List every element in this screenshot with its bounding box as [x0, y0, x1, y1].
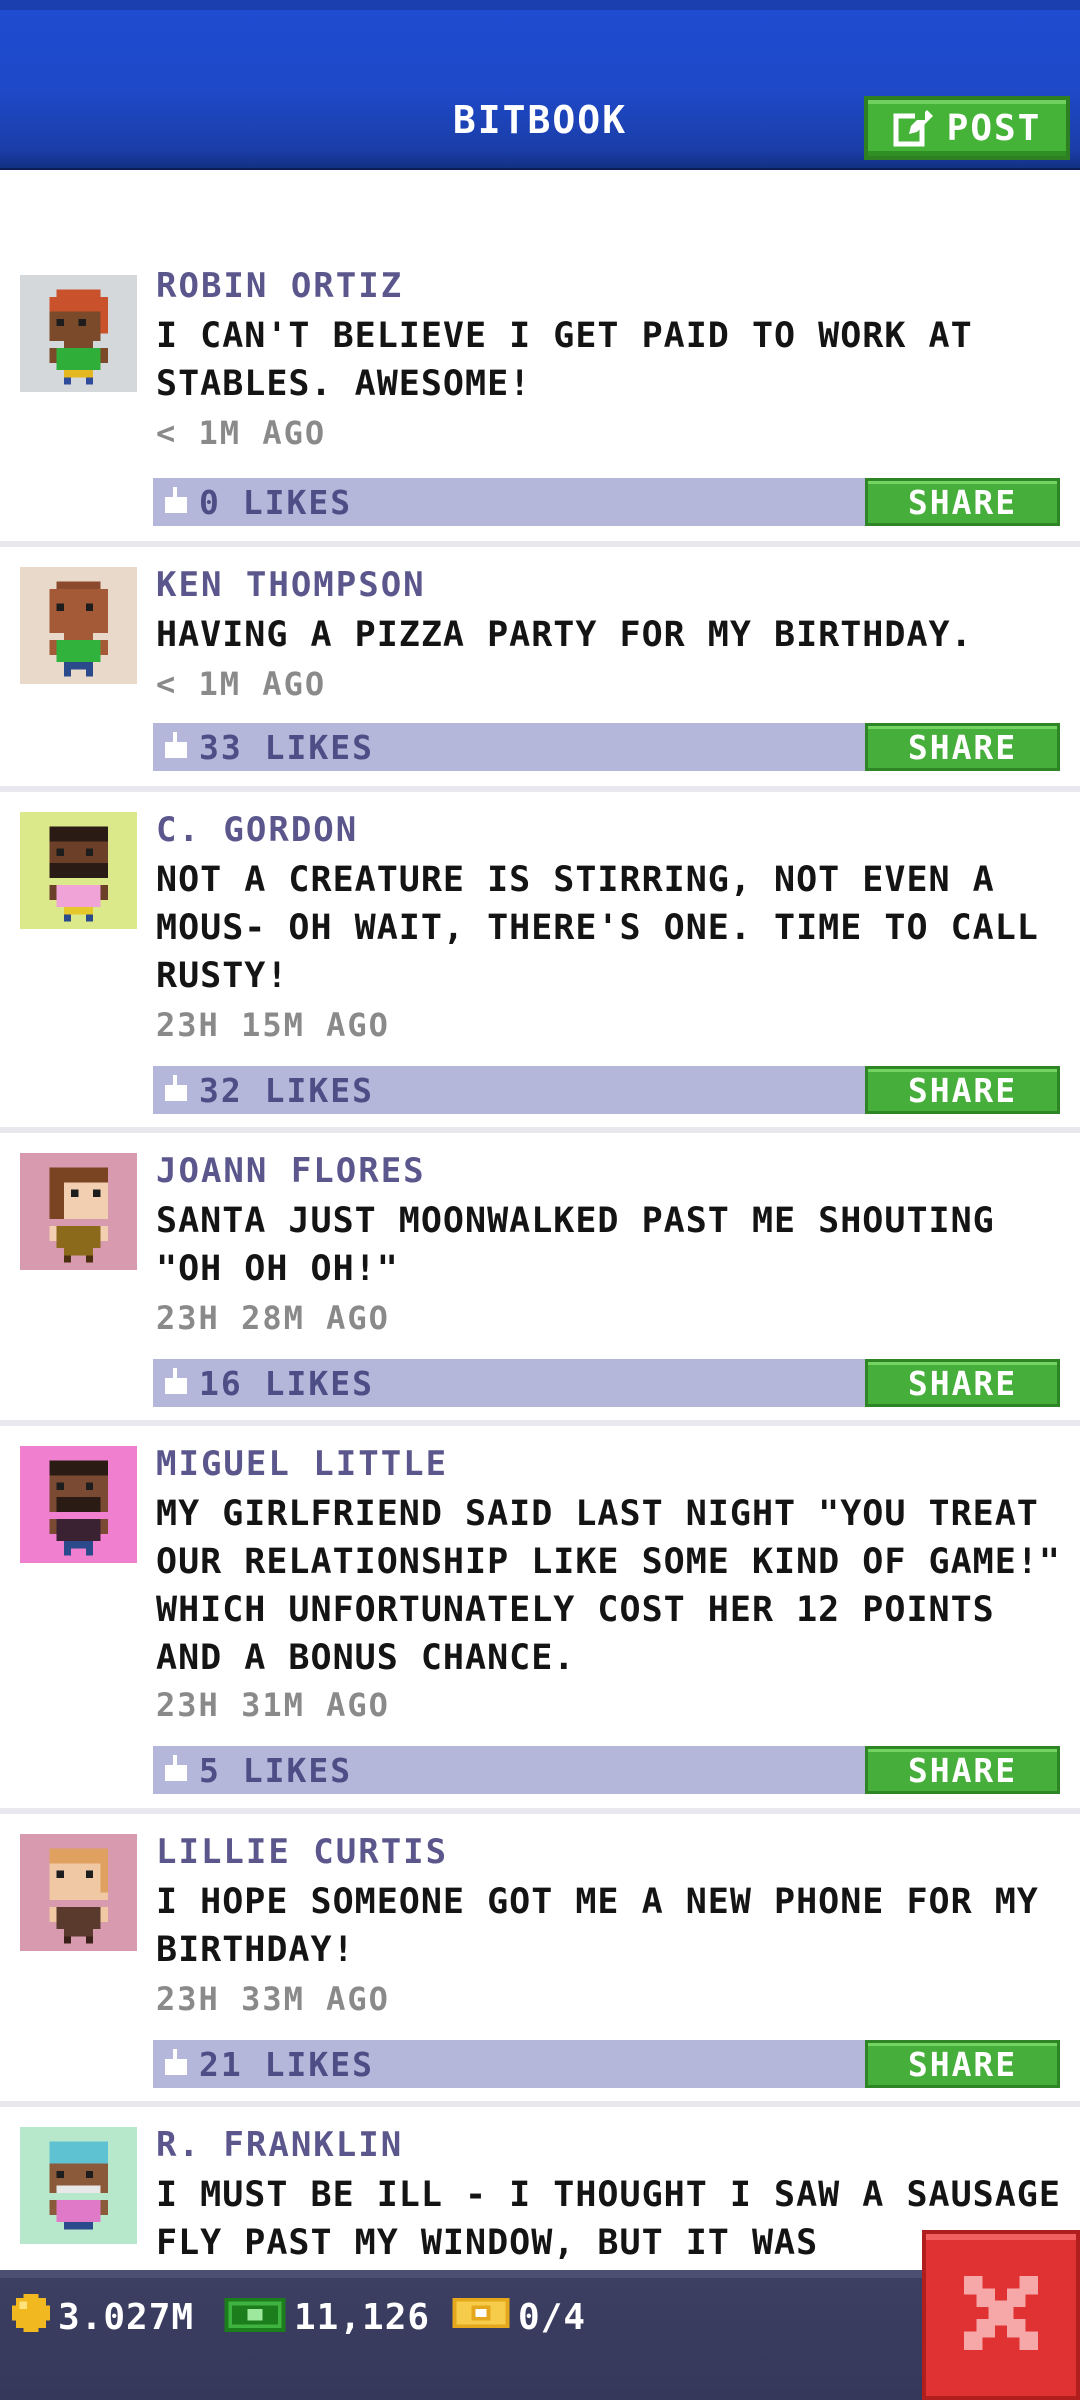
feed-post: JOANN FLORES SANTA JUST MOONWALKED PAST …: [0, 1133, 1080, 1426]
post-time: 23H 33M AGO: [156, 1980, 390, 2018]
post-time: < 1M AGO: [156, 414, 327, 452]
feed-post: KEN THOMPSON HAVING A PIZZA PARTY FOR MY…: [0, 547, 1080, 792]
coins-value: 3.027M: [58, 2297, 195, 2338]
ticket-icon: [452, 2294, 510, 2341]
like-button[interactable]: 5 LIKES: [153, 1746, 865, 1794]
feed-post: C. GORDON NOT A CREATURE IS STIRRING, NO…: [0, 792, 1080, 1133]
avatar: [20, 1834, 137, 1951]
coin-icon: [12, 2294, 50, 2341]
news-feed[interactable]: ROBIN ORTIZ I CAN'T BELIEVE I GET PAID T…: [0, 170, 1080, 2270]
post-author[interactable]: MIGUEL LITTLE: [156, 1444, 448, 1484]
post-button[interactable]: POST: [864, 96, 1070, 160]
share-button[interactable]: SHARE: [865, 1746, 1060, 1794]
thumbs-up-icon: [163, 1075, 189, 1105]
share-button[interactable]: SHARE: [865, 723, 1060, 771]
post-time: 23H 28M AGO: [156, 1299, 390, 1337]
like-button[interactable]: 32 LIKES: [153, 1066, 865, 1114]
thumbs-up-icon: [163, 487, 189, 517]
like-button[interactable]: 16 LIKES: [153, 1359, 865, 1407]
status-bar: 3.027M 11,126 0/4: [0, 2270, 1080, 2400]
like-button[interactable]: 33 LIKES: [153, 723, 865, 771]
post-author[interactable]: ROBIN ORTIZ: [156, 266, 403, 306]
avatar: [20, 812, 137, 929]
share-button[interactable]: SHARE: [865, 2040, 1060, 2088]
post-text: SANTA JUST MOONWALKED PAST ME SHOUTING "…: [156, 1201, 995, 1289]
post-text: I CAN'T BELIEVE I GET PAID TO WORK AT ST…: [156, 316, 973, 404]
share-button[interactable]: SHARE: [865, 478, 1060, 526]
like-button[interactable]: 21 LIKES: [153, 2040, 865, 2088]
like-count: 32 LIKES: [199, 1070, 374, 1110]
thumbs-up-icon: [163, 1755, 189, 1785]
close-button[interactable]: [922, 2230, 1080, 2400]
like-button[interactable]: 0 LIKES: [153, 478, 865, 526]
post-time: < 1M AGO: [156, 665, 327, 703]
post-text: I HOPE SOMEONE GOT ME A NEW PHONE FOR MY…: [156, 1882, 1039, 1970]
post-author[interactable]: JOANN FLORES: [156, 1151, 426, 1191]
feed-post: ROBIN ORTIZ I CAN'T BELIEVE I GET PAID T…: [0, 170, 1080, 547]
share-button[interactable]: SHARE: [865, 1066, 1060, 1114]
avatar: [20, 2127, 137, 2244]
bux-icon: [224, 2294, 286, 2341]
like-count: 21 LIKES: [199, 2044, 374, 2084]
avatar: [20, 567, 137, 684]
bux-value: 11,126: [294, 2297, 431, 2338]
compose-icon: [893, 108, 933, 148]
bux-stat[interactable]: 11,126: [224, 2294, 430, 2341]
post-author[interactable]: C. GORDON: [156, 810, 358, 850]
post-text: NOT A CREATURE IS STIRRING, NOT EVEN A M…: [156, 860, 1039, 996]
avatar: [20, 275, 137, 392]
feed-post: LILLIE CURTIS I HOPE SOMEONE GOT ME A NE…: [0, 1814, 1080, 2107]
post-text: HAVING A PIZZA PARTY FOR MY BIRTHDAY.: [156, 615, 973, 655]
avatar: [20, 1446, 137, 1563]
post-text: MY GIRLFRIEND SAID LAST NIGHT "YOU TREAT…: [156, 1494, 1061, 1678]
close-icon: [964, 2276, 1038, 2354]
coins-stat[interactable]: 3.027M: [12, 2294, 194, 2341]
thumbs-up-icon: [163, 732, 189, 762]
like-count: 33 LIKES: [199, 727, 374, 767]
like-count: 0 LIKES: [199, 482, 353, 522]
feed-post: MIGUEL LITTLE MY GIRLFRIEND SAID LAST NI…: [0, 1426, 1080, 1814]
post-time: 23H 15M AGO: [156, 1006, 390, 1044]
like-count: 5 LIKES: [199, 1750, 353, 1790]
post-button-label: POST: [946, 107, 1042, 149]
post-author[interactable]: LILLIE CURTIS: [156, 1832, 448, 1872]
thumbs-up-icon: [163, 1368, 189, 1398]
tickets-value: 0/4: [518, 2297, 587, 2338]
post-time: 23H 31M AGO: [156, 1686, 390, 1724]
post-author[interactable]: R. FRANKLIN: [156, 2125, 403, 2165]
share-button[interactable]: SHARE: [865, 1359, 1060, 1407]
tickets-stat[interactable]: 0/4: [452, 2294, 586, 2341]
like-count: 16 LIKES: [199, 1363, 374, 1403]
avatar: [20, 1153, 137, 1270]
app-header: BITBOOK POST: [0, 0, 1080, 170]
post-author[interactable]: KEN THOMPSON: [156, 565, 426, 605]
thumbs-up-icon: [163, 2049, 189, 2079]
feed-post: R. FRANKLIN I MUST BE ILL - I THOUGHT I …: [0, 2107, 1080, 2270]
